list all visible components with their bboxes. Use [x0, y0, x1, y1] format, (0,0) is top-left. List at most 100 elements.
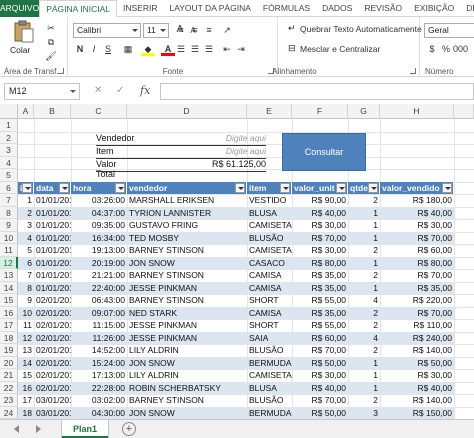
- align-left-icon[interactable]: ☰: [174, 42, 188, 56]
- cell-item[interactable]: SAIA: [247, 332, 292, 344]
- cell-valor-unit[interactable]: R$ 40,00: [292, 207, 348, 219]
- cell-vendedor[interactable]: ROBIN SCHERBATSKY: [127, 382, 247, 394]
- merge-center-button[interactable]: ⊟ Mesclar e Centralizar: [288, 43, 418, 57]
- italic-button[interactable]: I: [87, 42, 101, 56]
- cell-data[interactable]: 02/01/2018: [34, 294, 71, 306]
- column-header-b[interactable]: B: [34, 104, 71, 119]
- cell-data[interactable]: 01/01/2018: [34, 232, 71, 244]
- cell-vendedor[interactable]: LILY ALDRIN: [127, 369, 247, 381]
- cell-qtde[interactable]: 4: [348, 332, 380, 344]
- tab-pagina-inicial[interactable]: PÁGINA INICIAL: [39, 0, 117, 18]
- cell-valor-vendido[interactable]: R$ 40,00: [380, 382, 454, 394]
- cell-valor-vendido[interactable]: R$ 70,00: [380, 269, 454, 281]
- cell-vendedor[interactable]: BARNEY STINSON: [127, 394, 247, 406]
- cell-qtde[interactable]: 2: [348, 319, 380, 331]
- cell-id[interactable]: 1: [18, 194, 34, 206]
- cell-valor-unit[interactable]: R$ 55,00: [292, 294, 348, 306]
- cell-valor-vendido[interactable]: R$ 35,00: [380, 282, 454, 294]
- orientation-icon[interactable]: ↗: [220, 23, 234, 37]
- cell-item[interactable]: BLUSÃO: [247, 344, 292, 356]
- row-header-16[interactable]: 16: [0, 306, 18, 319]
- cell-id[interactable]: 10: [18, 307, 34, 319]
- row-header-19[interactable]: 19: [0, 344, 18, 357]
- cell-qtde[interactable]: 1: [348, 257, 380, 269]
- bold-button[interactable]: N: [73, 42, 87, 56]
- cell-hora[interactable]: 04:30:00: [71, 407, 127, 419]
- cell-vendedor[interactable]: GUSTAVO FRING: [127, 219, 247, 231]
- consultar-button[interactable]: Consultar: [282, 133, 366, 171]
- cell-data[interactable]: 03/01/2018: [34, 407, 71, 419]
- cell-valor-vendido[interactable]: R$ 80,00: [380, 257, 454, 269]
- row-header-10[interactable]: 10: [0, 231, 18, 244]
- cell-item[interactable]: CAMISETA: [247, 244, 292, 256]
- cell-vendedor[interactable]: JESSE PINKMAN: [127, 282, 247, 294]
- cell-valor-unit[interactable]: R$ 70,00: [292, 232, 348, 244]
- cell-valor-unit[interactable]: R$ 35,00: [292, 269, 348, 281]
- cell-hora[interactable]: 04:37:00: [71, 207, 127, 219]
- column-header-c[interactable]: C: [71, 104, 127, 119]
- cell-id[interactable]: 18: [18, 407, 34, 419]
- cell-qtde[interactable]: 2: [348, 394, 380, 406]
- cell-qtde[interactable]: 2: [348, 344, 380, 356]
- row-header-24[interactable]: 24: [0, 406, 18, 419]
- cell-valor-unit[interactable]: R$ 70,00: [292, 344, 348, 356]
- cell-valor-unit[interactable]: R$ 70,00: [292, 394, 348, 406]
- filter-dropdown-icon[interactable]: [368, 182, 378, 193]
- cell-qtde[interactable]: 1: [348, 282, 380, 294]
- cell-vendedor[interactable]: BARNEY STINSON: [127, 244, 247, 256]
- row-header-18[interactable]: 18: [0, 331, 18, 344]
- cell-vendedor[interactable]: NED STARK: [127, 307, 247, 319]
- cell-vendedor[interactable]: JON SNOW: [127, 407, 247, 419]
- row-header-6[interactable]: 6: [0, 181, 18, 194]
- cell-qtde[interactable]: 2: [348, 244, 380, 256]
- cell-item[interactable]: CAMISETA: [247, 369, 292, 381]
- cell-valor-vendido[interactable]: R$ 180,00: [380, 194, 454, 206]
- increase-indent-icon[interactable]: ⇥: [234, 42, 248, 56]
- sheet-tab-plan1[interactable]: Plan1: [62, 420, 108, 438]
- add-sheet-button[interactable]: +: [122, 422, 136, 436]
- cell-valor-vendido[interactable]: R$ 150,00: [380, 407, 454, 419]
- cell-data[interactable]: 02/01/2018: [34, 307, 71, 319]
- cell-hora[interactable]: 09:35:00: [71, 219, 127, 231]
- cell-id[interactable]: 5: [18, 244, 34, 256]
- cell-hora[interactable]: 20:19:00: [71, 257, 127, 269]
- tab-arquivo[interactable]: ARQUIVO: [0, 0, 40, 17]
- cell-hora[interactable]: 09:07:00: [71, 307, 127, 319]
- cell-valor-vendido[interactable]: R$ 220,00: [380, 294, 454, 306]
- cell-id[interactable]: 15: [18, 369, 34, 381]
- cell-hora[interactable]: 22:28:00: [71, 382, 127, 394]
- cell-valor-unit[interactable]: R$ 30,00: [292, 369, 348, 381]
- cell-valor-unit[interactable]: R$ 90,00: [292, 194, 348, 206]
- column-header-f[interactable]: F: [292, 104, 348, 119]
- cell-valor-unit[interactable]: R$ 30,00: [292, 219, 348, 231]
- cell-valor-vendido[interactable]: R$ 240,00: [380, 332, 454, 344]
- cell-id[interactable]: 3: [18, 219, 34, 231]
- cell-hora[interactable]: 19:13:00: [71, 244, 127, 256]
- confirm-icon[interactable]: ✓: [116, 85, 124, 96]
- cell-data[interactable]: 01/01/2018: [34, 219, 71, 231]
- cell-data[interactable]: 02/01/2018: [34, 344, 71, 356]
- percent-icon[interactable]: %: [439, 42, 453, 56]
- row-header-5[interactable]: 5: [0, 169, 18, 182]
- align-top-icon[interactable]: ≡: [174, 23, 188, 37]
- cell-valor-unit[interactable]: R$ 50,00: [292, 407, 348, 419]
- cell-valor-vendido[interactable]: R$ 140,00: [380, 344, 454, 356]
- cell-id[interactable]: 8: [18, 282, 34, 294]
- cell-vendedor[interactable]: MARSHALL ERIKSEN: [127, 194, 247, 206]
- cell-hora[interactable]: 03:02:00: [71, 394, 127, 406]
- tab-layout-da-pagina[interactable]: LAYOUT DA PÁGINA: [163, 0, 256, 17]
- cell-hora[interactable]: 11:26:00: [71, 332, 127, 344]
- cell-data[interactable]: 01/01/2018: [34, 244, 71, 256]
- filter-dropdown-icon[interactable]: [115, 182, 125, 193]
- cell-hora[interactable]: 06:43:00: [71, 294, 127, 306]
- cell-valor-unit[interactable]: R$ 40,00: [292, 382, 348, 394]
- cell-valor-unit[interactable]: R$ 60,00: [292, 332, 348, 344]
- cell-data[interactable]: 02/01/2018: [34, 369, 71, 381]
- cell-valor-vendido[interactable]: R$ 60,00: [380, 244, 454, 256]
- cell-valor-unit[interactable]: R$ 35,00: [292, 282, 348, 294]
- cell-qtde[interactable]: 1: [348, 207, 380, 219]
- cell-item[interactable]: VESTIDO: [247, 194, 292, 206]
- cell-qtde[interactable]: 3: [348, 407, 380, 419]
- cell-id[interactable]: 7: [18, 269, 34, 281]
- cell-data[interactable]: 01/01/2018: [34, 282, 71, 294]
